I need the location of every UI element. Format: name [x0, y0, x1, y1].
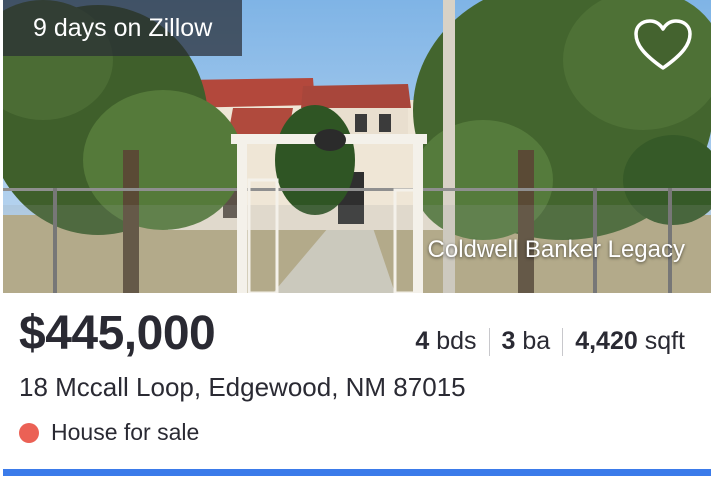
beds-unit: bds [436, 327, 477, 355]
days-on-market-badge: 9 days on Zillow [3, 0, 243, 56]
listing-price: $445,000 [19, 307, 216, 360]
listing-card[interactable]: 9 days on Zillow Coldwell Banker Legacy … [3, 0, 711, 476]
baths-unit: ba [522, 327, 551, 355]
facts-divider [488, 327, 490, 356]
baths-value: 3 [501, 327, 516, 355]
card-accent-bar [3, 469, 711, 476]
photo-watermark: Coldwell Banker Legacy [427, 236, 685, 263]
heart-outline-icon[interactable] [633, 18, 693, 72]
facts-divider [562, 327, 564, 356]
listing-status: House for sale [19, 419, 199, 446]
sqft-value: 4,420 [575, 327, 638, 355]
status-label: House for sale [51, 419, 200, 445]
sqft-unit: sqft [644, 327, 685, 355]
status-dot-icon [19, 422, 39, 443]
listing-facts: 4 bds 3 ba 4,420 sqft [415, 327, 685, 356]
listing-address[interactable]: 18 Mccall Loop, Edgewood, NM 87015 [19, 372, 466, 403]
beds-value: 4 [415, 327, 430, 355]
listing-photo[interactable]: 9 days on Zillow Coldwell Banker Legacy [3, 0, 711, 293]
